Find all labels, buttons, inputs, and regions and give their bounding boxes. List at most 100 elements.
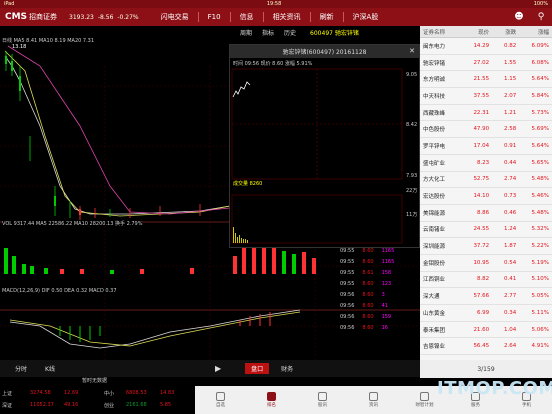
popup-y-low: 7.93 xyxy=(406,173,418,179)
news-icon xyxy=(369,392,378,401)
cell-price: 10.95 xyxy=(473,259,490,266)
cell-name: 西藏珠峰 xyxy=(423,110,446,117)
cell-pct: 5.73% xyxy=(531,109,549,116)
popup-y-mid: 8.42 xyxy=(406,122,418,128)
nav-f10[interactable]: F10 xyxy=(208,13,221,21)
history-popup: 驰宏锌锗(600497) 20161128 ✕ 时间 09:56 现价 8.60… xyxy=(229,44,420,248)
cell-chg: 2.74 xyxy=(504,176,517,183)
cell-price: 8.23 xyxy=(476,159,490,166)
list-item[interactable]: 美锦能源 8.86 0.46 5.48% xyxy=(420,205,552,222)
nav-info[interactable]: 信息 xyxy=(240,12,254,22)
chart-icon xyxy=(318,392,327,401)
list-item[interactable]: 闽东电力 14.29 0.82 6.09% xyxy=(420,38,552,55)
cell-pct: 5.84% xyxy=(531,92,549,99)
list-item[interactable]: 吉恩镍业 56.45 2.64 4.91% xyxy=(420,338,552,356)
nav-watchlist[interactable]: 自选 xyxy=(195,386,246,414)
list-item[interactable]: 中色股份 47.90 2.58 5.69% xyxy=(420,121,552,139)
list-item[interactable]: 罗平锌电 17.04 0.91 5.64% xyxy=(420,138,552,155)
cell-name: 金钼股份 xyxy=(423,260,446,267)
cell-name: 吉恩镍业 xyxy=(423,344,446,351)
cell-name: 方大化工 xyxy=(423,177,446,184)
cell-price: 8.82 xyxy=(476,276,490,283)
cell-chg: 1.04 xyxy=(504,326,517,333)
ma-legend: 日线 MA5 8.41 MA10 8.19 MA20 7.31 xyxy=(2,38,95,44)
cell-chg: 0.82 xyxy=(504,42,517,49)
cell-chg: 0.44 xyxy=(504,159,517,166)
cell-price: 56.45 xyxy=(473,343,490,350)
cell-name: 宏达股份 xyxy=(423,194,446,201)
cell-pct: 6.09% xyxy=(531,42,549,49)
list-item[interactable]: 西藏珠峰 22.31 1.21 5.73% xyxy=(420,105,552,122)
cell-chg: 1.87 xyxy=(504,243,517,250)
cell-name: 盛屯矿业 xyxy=(423,160,446,167)
nav-ranking[interactable]: 排名 xyxy=(246,386,297,414)
cell-chg: 2.77 xyxy=(504,293,517,300)
ranking-list: 证券名称 现价 涨跌 涨幅 闽东电力 14.29 0.82 6.09% 驰宏锌锗 27.0… xyxy=(420,26,552,372)
list-item[interactable]: 江西铜业 8.82 0.41 5.10% xyxy=(420,272,552,289)
plan-icon xyxy=(420,392,429,401)
list-item[interactable]: 泰禾集团 21.60 1.04 5.06% xyxy=(420,322,552,339)
carrier: iPad xyxy=(4,1,15,7)
list-item[interactable]: 宏达股份 14.10 0.73 5.46% xyxy=(420,188,552,205)
cell-pct: 5.19% xyxy=(531,259,549,266)
cell-name: 驰宏锌锗 xyxy=(423,60,446,67)
cell-price: 37.55 xyxy=(473,92,490,99)
nav-quick-trade[interactable]: 闪电交易 xyxy=(161,12,189,22)
macd-legend: MACD(12,26,9) DIF 0.50 DEA 0.32 MACD 0.3… xyxy=(2,288,117,294)
popup-header: 驰宏锌锗(600497) 20161128 ✕ xyxy=(230,45,419,58)
popup-vol-mid: 11万 xyxy=(406,212,418,218)
list-item[interactable]: 深大通 57.66 2.77 5.05% xyxy=(420,288,552,305)
cell-price: 14.10 xyxy=(473,193,490,200)
chart-toolbar: 周期 指标 历史 600497 驰宏锌锗 xyxy=(240,28,359,37)
cell-chg: 1.21 xyxy=(504,109,517,116)
list-item[interactable]: 山东黄金 6.99 0.34 5.11% xyxy=(420,305,552,322)
cell-pct: 5.46% xyxy=(531,193,549,200)
list-item[interactable]: 深圳能源 37.72 1.87 5.22% xyxy=(420,238,552,255)
five-level-button[interactable]: ▶ xyxy=(215,364,221,373)
cell-price: 14.29 xyxy=(473,42,490,49)
list-item[interactable]: 中天科技 37.55 2.07 5.84% xyxy=(420,88,552,105)
cell-pct: 5.11% xyxy=(531,309,549,316)
clock: 19:58 xyxy=(266,1,282,7)
close-icon[interactable]: ✕ xyxy=(409,47,415,55)
nav-related-news[interactable]: 相关资讯 xyxy=(273,12,301,22)
list-item[interactable]: 驰宏锌锗 27.02 1.55 6.08% xyxy=(420,55,552,72)
nav-separator xyxy=(229,12,231,22)
tab-kline[interactable]: K线 xyxy=(45,364,55,373)
tab-orderbook[interactable]: 盘口 xyxy=(245,363,270,374)
cell-chg: 0.73 xyxy=(504,193,517,200)
price-high: 13.18 xyxy=(12,44,27,50)
tab-finance[interactable]: 财务 xyxy=(281,364,293,373)
cell-name: 闽东电力 xyxy=(423,43,446,50)
tab-period[interactable]: 周期 xyxy=(240,28,252,37)
nav-stock-news[interactable]: 股讯 xyxy=(297,386,348,414)
tab-history[interactable]: 历史 xyxy=(284,28,296,37)
list-item[interactable]: 方大化工 52.75 2.74 5.48% xyxy=(420,172,552,189)
tab-intraday[interactable]: 分时 xyxy=(15,364,27,373)
pager[interactable]: 3/159 xyxy=(420,360,552,378)
intraday-chart xyxy=(231,68,403,244)
nav-news[interactable]: 资讯 xyxy=(348,386,399,414)
list-item[interactable]: 东方明诚 21.55 1.15 5.64% xyxy=(420,71,552,89)
list-item[interactable]: 盛屯矿业 8.23 0.44 5.65% xyxy=(420,155,552,172)
nav-separator xyxy=(342,12,344,22)
list-item[interactable]: 云南锗业 24.55 1.24 5.32% xyxy=(420,222,552,239)
nav-market[interactable]: 沪深A股 xyxy=(353,12,379,22)
cell-pct: 5.22% xyxy=(531,243,549,250)
cell-name: 中色股份 xyxy=(423,127,446,134)
tab-indicator[interactable]: 指标 xyxy=(262,28,274,37)
cell-price: 24.55 xyxy=(473,226,490,233)
cell-price: 57.66 xyxy=(473,293,490,300)
status-bar: iPad 19:58 100% xyxy=(0,0,552,8)
watermark: ITMOP.COM xyxy=(437,378,552,399)
cell-pct: 5.10% xyxy=(531,276,549,283)
user-icon[interactable]: ☻ xyxy=(508,8,530,26)
tick-row: 09:56 8.60 16 xyxy=(340,325,388,331)
cell-pct: 5.06% xyxy=(531,326,549,333)
tick-list: 09:55 8.60 1165 09:55 8.60 1165 09:55 8.61 158… xyxy=(340,248,420,336)
no-data-label: 暂时无数据 xyxy=(82,378,108,384)
list-item[interactable]: 金钼股份 10.95 0.54 5.19% xyxy=(420,255,552,272)
cell-price: 27.02 xyxy=(473,59,490,66)
nav-refresh[interactable]: 刷新 xyxy=(320,12,334,22)
search-icon[interactable]: ⚲ xyxy=(530,8,552,26)
